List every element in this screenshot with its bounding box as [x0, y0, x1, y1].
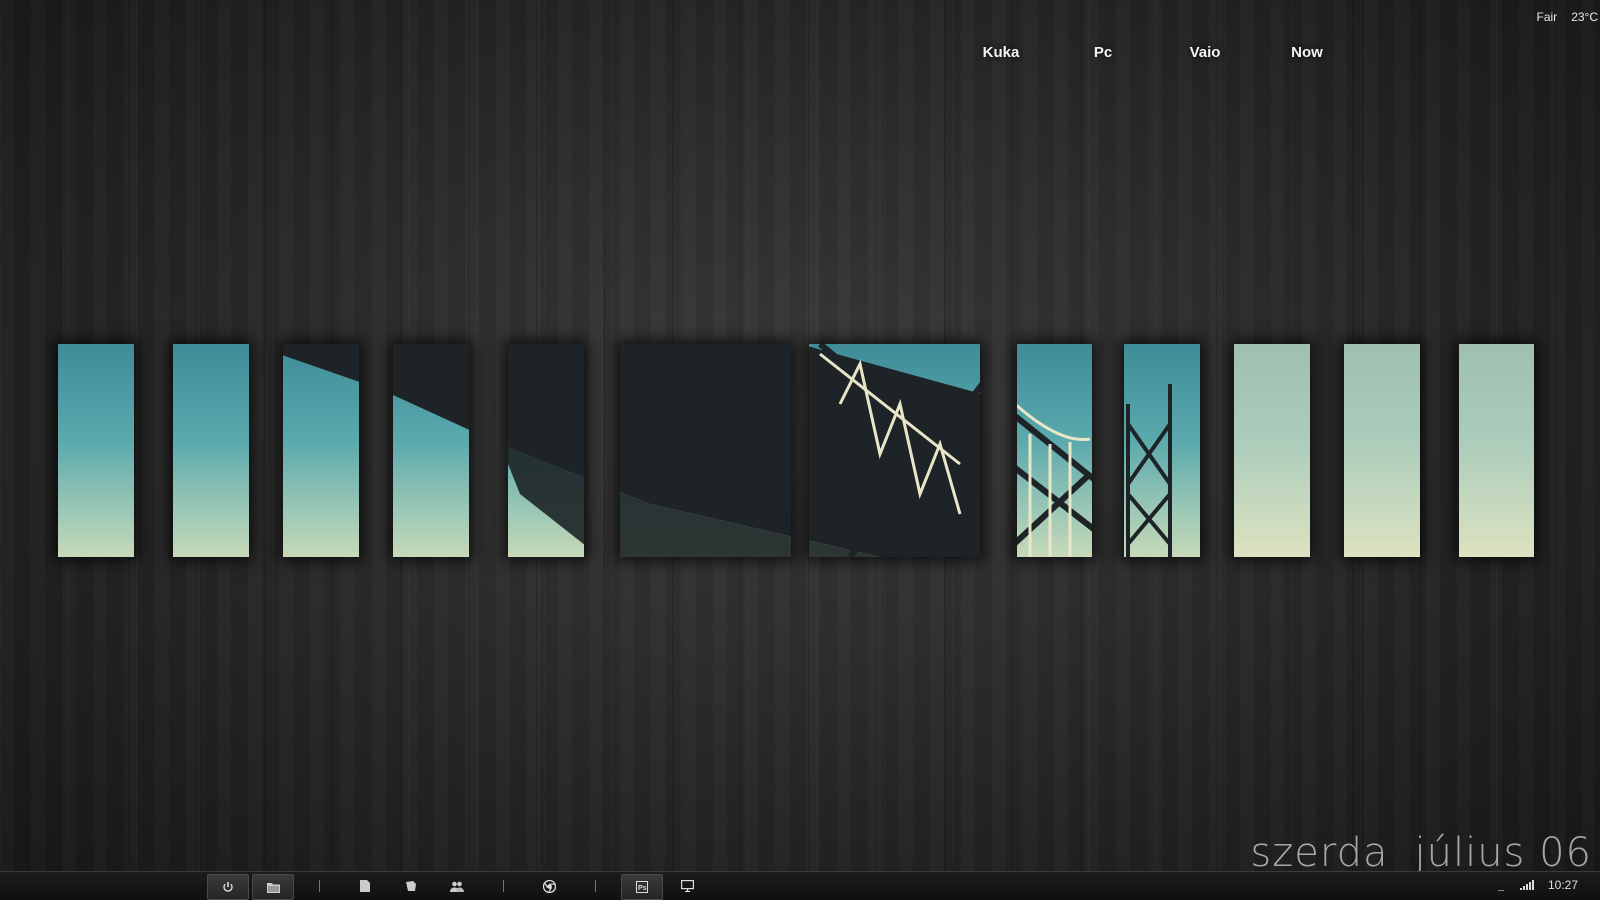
wallpaper-panel — [809, 344, 980, 557]
bridge-image-slice — [1459, 344, 1534, 557]
bridge-image-slice — [283, 344, 359, 382]
wallpaper-panel — [58, 344, 134, 557]
bridge-image-slice — [809, 344, 980, 557]
notes-icon — [406, 881, 416, 891]
wallpaper-panel — [1344, 344, 1420, 557]
folder-icon — [266, 882, 280, 893]
wallpaper-panel — [620, 344, 791, 557]
taskbar-separator — [503, 880, 504, 892]
photoshop-icon: Ps — [636, 881, 648, 893]
wallpaper-panel-strip — [0, 0, 1600, 900]
date-display: szerda július 06 — [1250, 830, 1592, 876]
document-icon — [360, 880, 370, 892]
date-month-day: július 06 — [1414, 830, 1592, 876]
taskbar-separator — [595, 880, 596, 892]
svg-text:Ps: Ps — [638, 885, 647, 892]
bridge-image-slice — [173, 344, 249, 557]
wallpaper-panel — [508, 344, 584, 557]
notes-button[interactable] — [391, 874, 431, 898]
contacts-button[interactable] — [437, 874, 477, 898]
taskbar: Ps 10:27 — [0, 871, 1600, 900]
bridge-image-slice — [620, 344, 791, 557]
desktop: Fair 23°C Kuka Pc Vaio Now szerda július … — [0, 0, 1600, 900]
wallpaper-panel — [283, 344, 359, 557]
bridge-image-slice — [508, 344, 584, 545]
bridge-image-slice — [1126, 384, 1172, 557]
wallpaper-panel — [1124, 344, 1200, 557]
bridge-image-slice — [1017, 403, 1092, 557]
wallpaper-panel — [1234, 344, 1310, 557]
bridge-image-slice — [393, 344, 469, 430]
bridge-image-slice — [58, 344, 134, 557]
bridge-image-slice — [1344, 344, 1420, 557]
tray-overflow[interactable] — [1498, 890, 1504, 891]
chrome-icon — [542, 879, 556, 893]
power-icon — [223, 882, 233, 892]
monitor-icon — [680, 880, 694, 892]
explorer-button[interactable] — [252, 874, 294, 900]
wallpaper-panel — [173, 344, 249, 557]
power-button[interactable] — [207, 874, 249, 900]
date-weekday: szerda — [1250, 830, 1389, 876]
signal-icon[interactable] — [1520, 880, 1534, 890]
bridge-image-slice — [1234, 344, 1310, 557]
photoshop-button[interactable]: Ps — [621, 874, 663, 900]
wallpaper-panel — [1459, 344, 1534, 557]
taskbar-separator — [319, 880, 320, 892]
chrome-button[interactable] — [529, 874, 569, 898]
taskbar-clock[interactable]: 10:27 — [1548, 878, 1578, 892]
wallpaper-panel — [393, 344, 469, 557]
desktop-button[interactable] — [667, 874, 707, 898]
wallpaper-panel — [1017, 344, 1092, 557]
documents-button[interactable] — [345, 874, 385, 898]
users-icon — [450, 881, 464, 892]
